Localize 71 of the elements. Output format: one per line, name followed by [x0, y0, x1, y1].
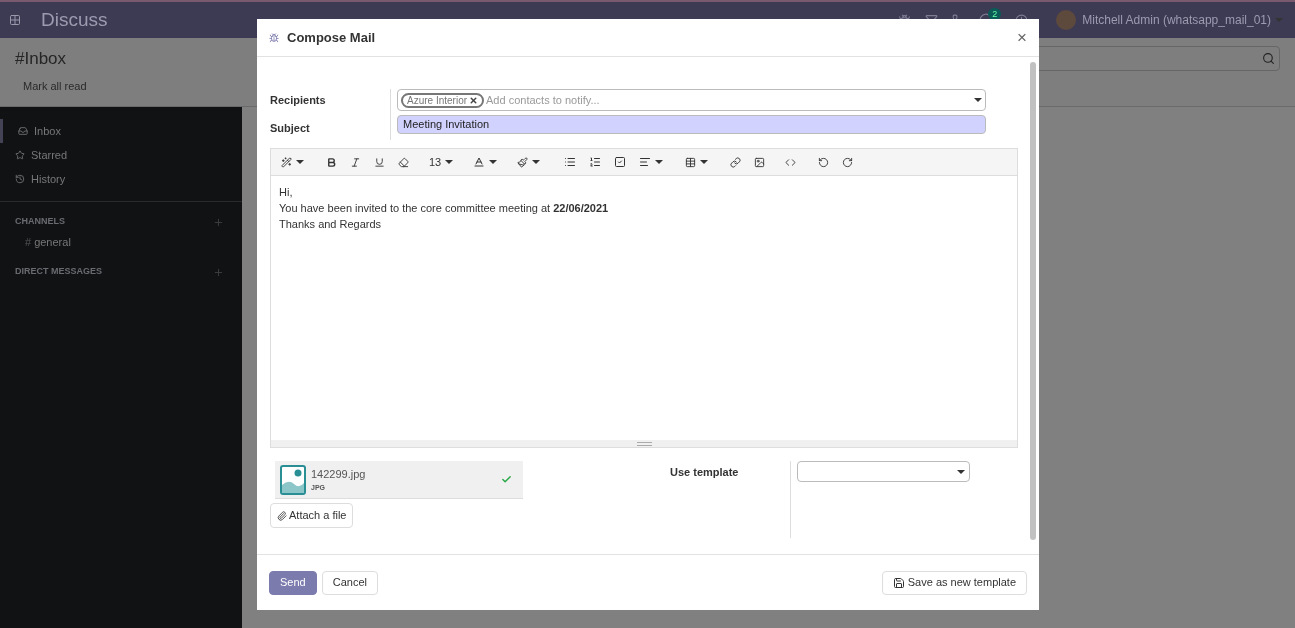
- app-title: Discuss: [41, 7, 108, 32]
- image-file-icon: [280, 464, 306, 495]
- bullet-list-icon: [564, 156, 577, 168]
- section-heading: DIRECT MESSAGES: [15, 265, 102, 279]
- search-icon[interactable]: [1262, 52, 1275, 66]
- font-color-icon: [473, 156, 486, 168]
- caret-icon: [532, 160, 541, 164]
- recipient-tag: Azure Interior: [401, 92, 485, 108]
- caret-icon: [489, 160, 498, 164]
- caret-icon: [445, 160, 454, 164]
- cancel-button[interactable]: Cancel: [321, 570, 378, 595]
- contacts-input[interactable]: Add contacts to notify...: [486, 91, 970, 109]
- section-heading: CHANNELS: [15, 215, 65, 229]
- body-line: Hi,: [279, 185, 294, 200]
- field-label: Subject: [270, 120, 311, 136]
- code-icon: [785, 156, 797, 168]
- remove-icon[interactable]: [469, 95, 479, 105]
- caret-icon: [655, 160, 664, 164]
- underline-icon: [374, 156, 385, 168]
- user-menu[interactable]: Mitchell Admin (whatsapp_mail_01): [1082, 11, 1283, 29]
- image-icon: [754, 156, 766, 168]
- save-icon: [892, 576, 905, 589]
- body-line: You have been invited to the core committee meeting at 22/06/2021: [279, 201, 610, 216]
- channel-name: general: [34, 234, 71, 250]
- debug-icon: [269, 32, 279, 43]
- font-size-dropdown[interactable]: 13: [423, 151, 460, 173]
- scrollbar[interactable]: [1030, 62, 1036, 540]
- mark-all-read-button[interactable]: Mark all read: [15, 77, 95, 94]
- field-label: Recipients: [270, 93, 327, 108]
- send-button[interactable]: Send: [269, 570, 317, 595]
- subject-field[interactable]: Meeting Invitation: [397, 115, 986, 134]
- starred-icon: [15, 150, 25, 160]
- magic-wand-icon: [281, 156, 292, 168]
- dialog-title: Compose Mail: [287, 28, 376, 47]
- caret-icon: [974, 98, 982, 102]
- caret-icon: [957, 469, 965, 474]
- save-template-button[interactable]: Save as new template: [881, 570, 1027, 595]
- resize-handle[interactable]: [271, 440, 1017, 447]
- caret-icon: [700, 160, 709, 164]
- bold-icon: [326, 156, 337, 168]
- numbered-list-icon: [589, 156, 602, 168]
- attach-file-button[interactable]: Attach a file: [270, 503, 354, 528]
- link-icon: [730, 156, 742, 168]
- align-left-icon: [639, 156, 652, 168]
- italic-icon: [350, 156, 361, 168]
- recipients-field[interactable]: Azure Interior Add contacts to notify...: [397, 89, 986, 111]
- breadcrumb: #Inbox: [15, 48, 67, 70]
- notification-badge: 2: [988, 8, 1002, 20]
- caret-icon: [296, 160, 304, 164]
- caret-icon: [1275, 18, 1283, 22]
- undo-icon: [818, 156, 830, 168]
- field-label: Use template: [670, 466, 739, 478]
- eraser-icon: [398, 156, 409, 168]
- body-line: Thanks and Regards: [279, 217, 383, 232]
- channel-item[interactable]: # general: [0, 232, 242, 252]
- table-icon: [685, 156, 697, 168]
- apps-menu-icon[interactable]: [9, 14, 21, 26]
- paperclip-icon: [277, 510, 287, 521]
- mailbox-item[interactable]: Inbox: [0, 119, 242, 143]
- mailbox-item[interactable]: History: [0, 167, 242, 191]
- paintbrush-icon: [517, 156, 529, 168]
- mailbox-item[interactable]: Starred: [0, 143, 242, 167]
- history-icon: [15, 174, 25, 184]
- hash-prefix: #: [25, 234, 32, 250]
- avatar: [1056, 10, 1077, 30]
- message-body[interactable]: Hi, You have been invited to the core committee meeting at 22/06/2021 Thanks and Regards: [271, 176, 1017, 440]
- checkbox-icon: [614, 156, 627, 168]
- inbox-icon: [18, 126, 28, 136]
- file-name: 142299.jpg: [311, 467, 366, 482]
- close-button[interactable]: ×: [1017, 29, 1027, 46]
- redo-icon: [842, 156, 854, 168]
